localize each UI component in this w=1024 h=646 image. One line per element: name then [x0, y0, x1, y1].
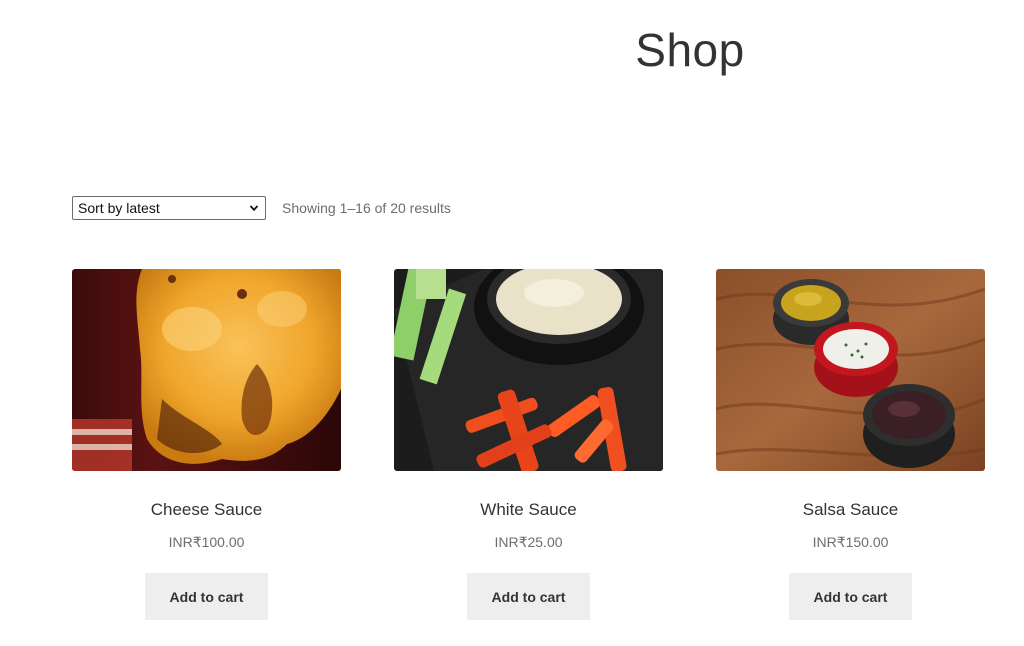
product-image-white-sauce[interactable] — [394, 269, 663, 471]
chevron-down-icon — [249, 205, 259, 212]
add-to-cart-button[interactable]: Add to cart — [789, 573, 912, 620]
product-price: INR₹150.00 — [812, 534, 889, 550]
product-name[interactable]: Salsa Sauce — [716, 499, 985, 521]
result-count: Showing 1–16 of 20 results — [282, 200, 451, 216]
shop-toolbar: Sort by latest Showing 1–16 of 20 result… — [72, 196, 451, 220]
add-to-cart-button[interactable]: Add to cart — [145, 573, 268, 620]
product-card-white-sauce: White Sauce INR₹25.00 Add to cart — [394, 269, 663, 620]
product-name[interactable]: White Sauce — [394, 499, 663, 521]
sort-select-value: Sort by latest — [78, 200, 160, 216]
product-card-cheese-sauce: Cheese Sauce INR₹100.00 Add to cart — [72, 269, 341, 620]
product-price: INR₹25.00 — [494, 534, 563, 550]
salsa-sauce-photo — [716, 269, 985, 471]
product-image-cheese-sauce[interactable] — [72, 269, 341, 471]
cheese-sauce-photo — [72, 269, 341, 471]
page-title: Shop — [635, 24, 745, 76]
product-price: INR₹100.00 — [168, 534, 245, 550]
product-card-salsa-sauce: Salsa Sauce INR₹150.00 Add to cart — [716, 269, 985, 620]
add-to-cart-button[interactable]: Add to cart — [467, 573, 590, 620]
product-image-salsa-sauce[interactable] — [716, 269, 985, 471]
white-sauce-photo — [394, 269, 663, 471]
product-name[interactable]: Cheese Sauce — [72, 499, 341, 521]
sort-select[interactable]: Sort by latest — [72, 196, 266, 220]
